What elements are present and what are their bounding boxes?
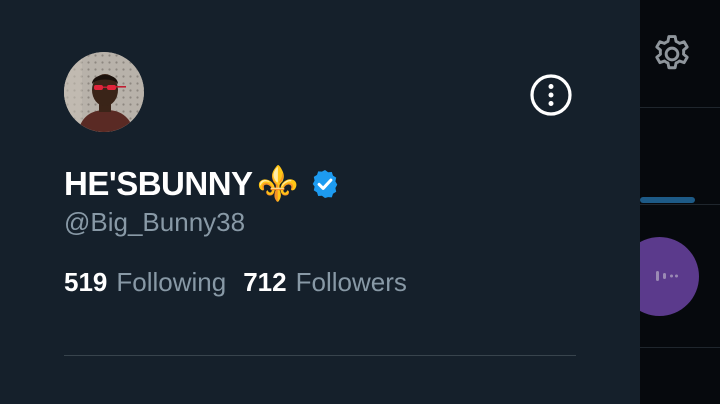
background-divider (640, 347, 720, 348)
display-name-row[interactable]: HE'SBUNNY ⚜️ (64, 162, 341, 206)
followers-label: Followers (295, 266, 407, 297)
fleur-de-lis-emoji: ⚜️ (256, 164, 299, 204)
drawer-divider (64, 355, 576, 356)
avatar-photo (64, 52, 144, 132)
user-handle[interactable]: @Big_Bunny38 (64, 206, 245, 238)
navigation-drawer: HE'SBUNNY ⚜️ @Big_Bunny38 519 Following … (0, 0, 640, 404)
follow-stats: 519 Following 712 Followers (64, 264, 407, 300)
verified-badge-icon (312, 170, 338, 198)
following-label: Following (116, 266, 227, 297)
display-name: HE'SBUNNY (64, 165, 253, 202)
background-divider (640, 204, 720, 205)
followers-count: 712 (243, 266, 287, 297)
background-divider (640, 107, 720, 108)
spaces-icon (656, 271, 678, 281)
app-root: HE'SBUNNY ⚜️ @Big_Bunny38 519 Following … (0, 0, 720, 404)
following-count: 519 (64, 266, 108, 297)
following-link[interactable]: 519 Following (64, 267, 226, 298)
more-options-button[interactable] (528, 72, 574, 118)
avatar[interactable] (64, 52, 144, 132)
background-tab-indicator (640, 197, 695, 203)
gear-icon[interactable] (650, 32, 694, 76)
followers-link[interactable]: 712 Followers (243, 267, 407, 298)
